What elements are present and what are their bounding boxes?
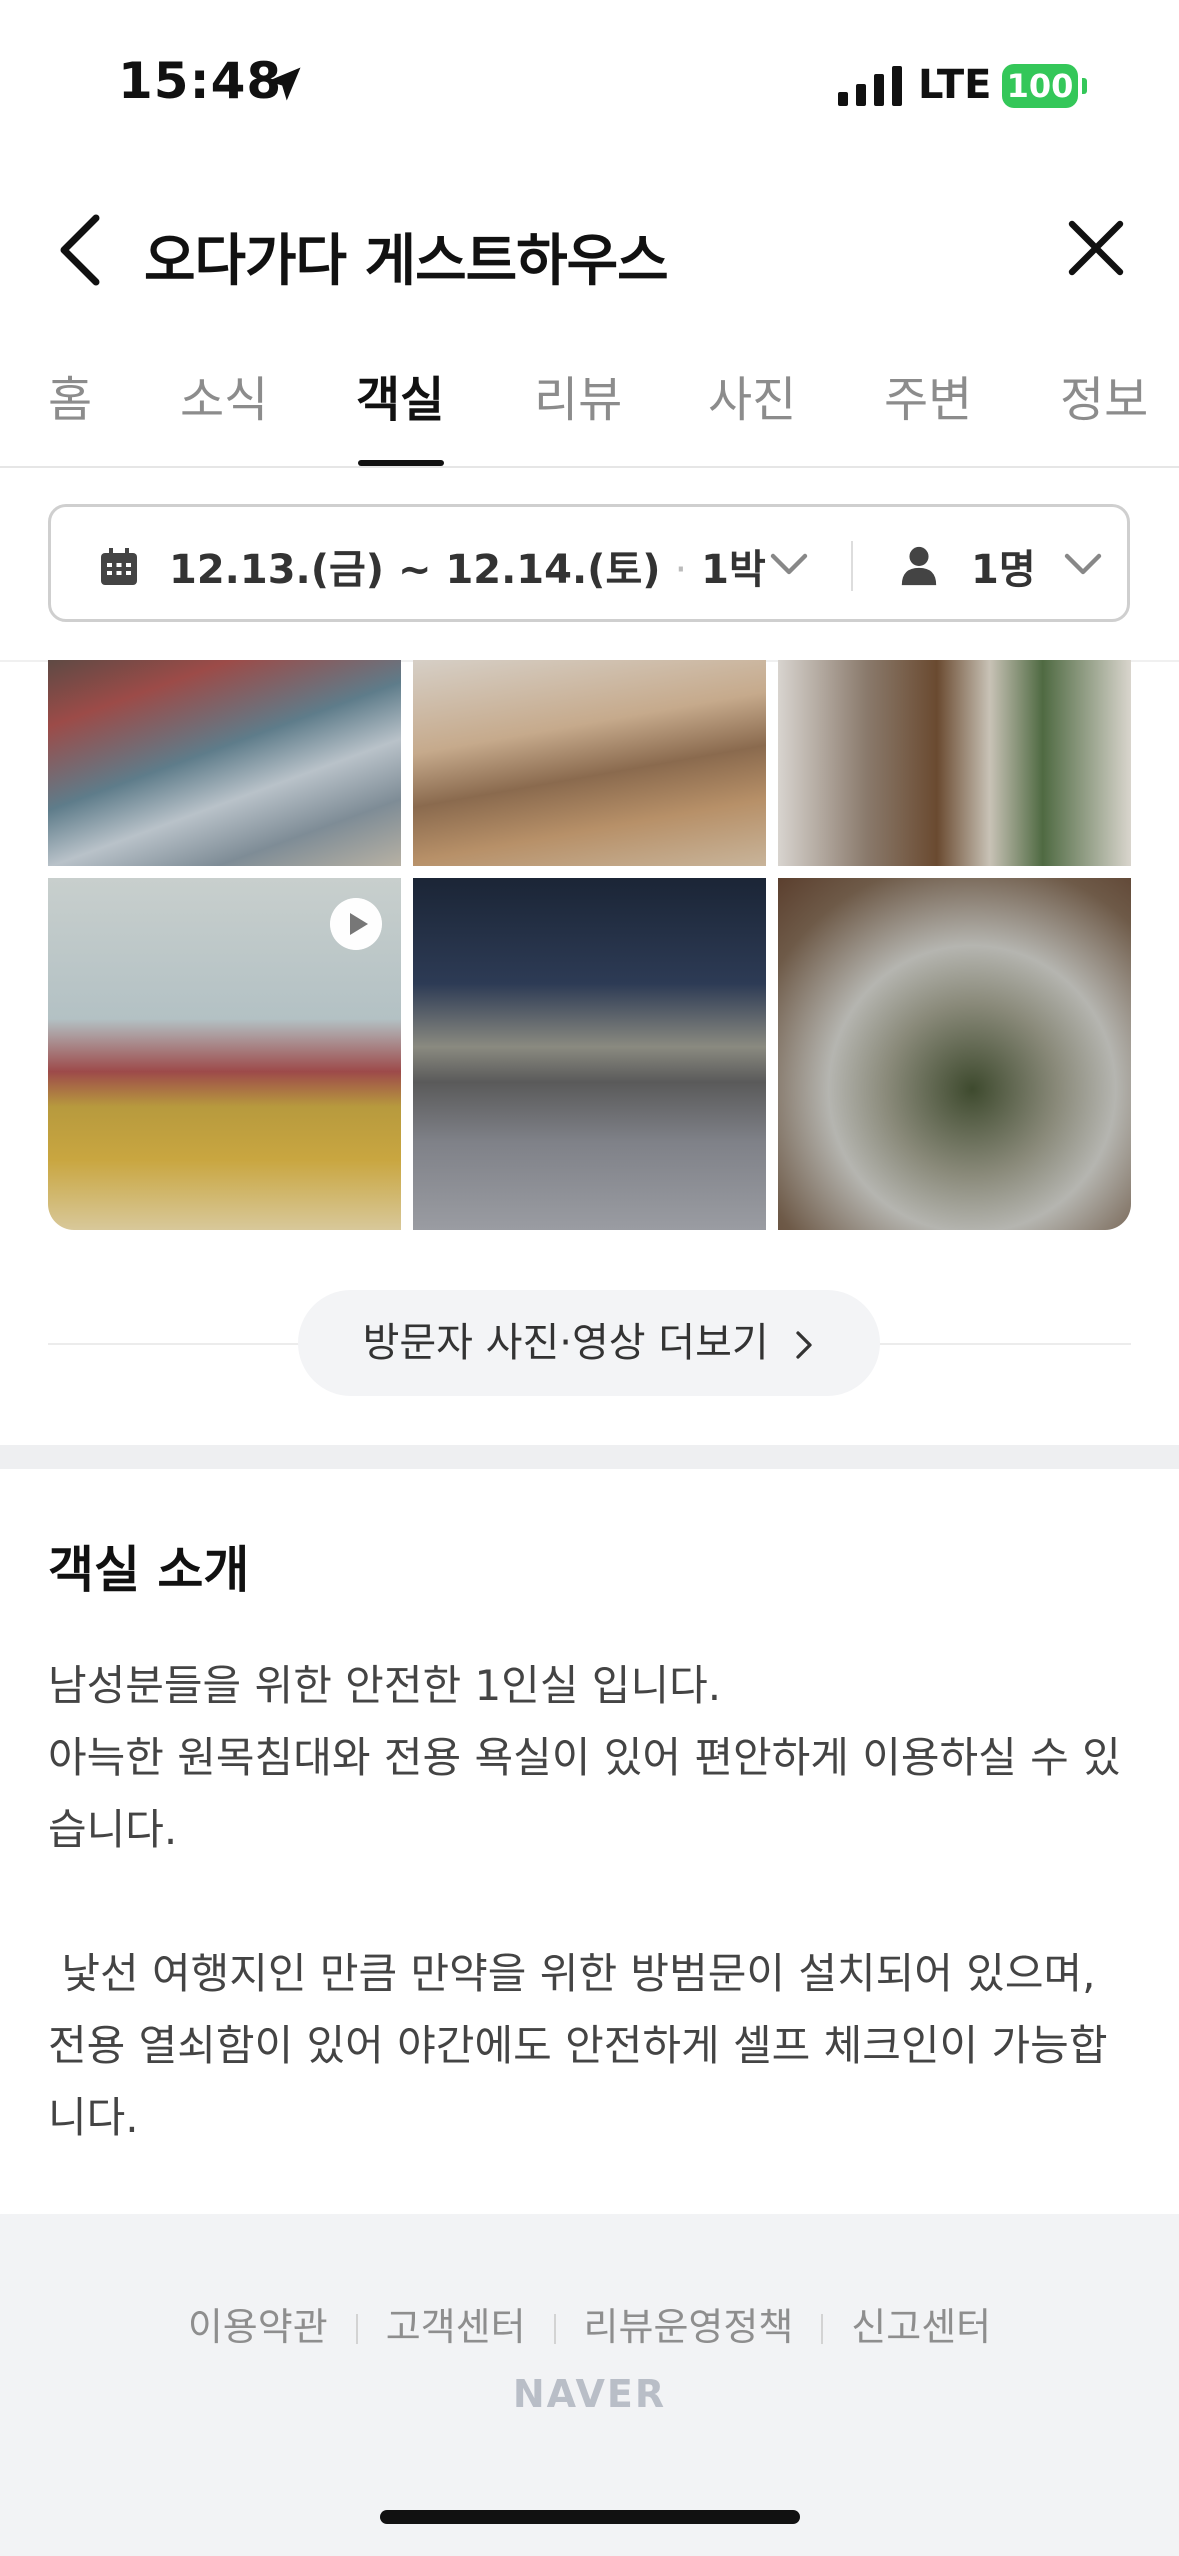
footer-divider [553, 2314, 556, 2344]
calendar-icon [101, 548, 137, 585]
visitor-photo[interactable] [413, 878, 766, 1230]
description-line: 낯선 여행지인 만큼 만약을 위한 방범문이 설치되어 있으며, 전용 열쇠함이… [48, 1949, 1109, 2142]
description-line: 아늑한 원목침대와 전용 욕실이 있어 편안하게 이용하실 수 있습니다. [48, 1733, 1121, 1854]
selector-divider [851, 541, 853, 591]
footer-link-report[interactable]: 신고센터 [851, 2305, 991, 2349]
visitor-photo[interactable] [778, 660, 1131, 866]
footer-link-support[interactable]: 고객센터 [386, 2305, 526, 2349]
date-range: 12.13.(금) ~ 12.14.(토) [169, 547, 661, 593]
footer-links: 이용약관 고객센터 리뷰운영정책 신고센터 [0, 2296, 1179, 2351]
guest-count[interactable]: 1명 [971, 537, 1036, 595]
date-separator: · [674, 547, 688, 593]
description-line: 남성분들을 위한 안전한 1인실 입니다. [48, 1661, 722, 1710]
location-arrow-icon [267, 67, 301, 101]
stay-dates: 12.13.(금) ~ 12.14.(토) · 1박 [169, 537, 766, 595]
battery-tip [1082, 78, 1087, 94]
home-indicator [380, 2510, 800, 2524]
close-icon[interactable] [1064, 216, 1128, 280]
person-icon [901, 546, 937, 586]
chevron-down-icon[interactable] [1063, 549, 1103, 579]
visitor-photo[interactable] [778, 878, 1131, 1230]
nights-count: 1박 [701, 547, 766, 593]
tab-nearby[interactable]: 주변 [884, 360, 972, 430]
naver-logo: NAVER [512, 2372, 667, 2416]
page-header: 오다가다 게스트하우스 [0, 190, 1179, 310]
room-intro-title: 객실 소개 [48, 1541, 250, 1599]
play-icon [330, 898, 382, 950]
more-button-label: 방문자 사진·영상 더보기 [362, 1320, 769, 1366]
cellular-signal-icon [838, 66, 902, 106]
tab-rooms[interactable]: 객실 [356, 360, 444, 430]
footer: 이용약관 고객센터 리뷰운영정책 신고센터 NAVER [0, 2214, 1179, 2556]
chevron-left-icon[interactable] [52, 214, 108, 286]
battery-icon: 100 [1002, 64, 1078, 108]
active-tab-indicator [358, 460, 444, 466]
tab-news[interactable]: 소식 [180, 360, 268, 430]
footer-link-terms[interactable]: 이용약관 [188, 2305, 328, 2349]
chevron-right-icon [796, 1331, 813, 1359]
chevron-down-icon[interactable] [769, 549, 809, 579]
tab-info[interactable]: 정보 [1060, 360, 1148, 430]
footer-link-review-policy[interactable]: 리뷰운영정책 [584, 2305, 794, 2349]
footer-divider [355, 2314, 358, 2344]
status-time: 15:48 [118, 52, 283, 110]
visitor-video[interactable] [48, 878, 401, 1230]
more-visitor-photos-button[interactable]: 방문자 사진·영상 더보기 [298, 1290, 880, 1396]
visitor-photo[interactable] [48, 660, 401, 866]
visitor-photo-grid [48, 660, 1131, 1230]
page-title: 오다가다 게스트하우스 [144, 229, 669, 294]
booking-selector[interactable]: 12.13.(금) ~ 12.14.(토) · 1박 1명 [48, 504, 1130, 622]
section-separator [0, 1445, 1179, 1469]
network-type: LTE [918, 62, 992, 108]
footer-divider [821, 2314, 824, 2344]
tab-home[interactable]: 홈 [48, 360, 92, 430]
room-intro-description: 남성분들을 위한 안전한 1인실 입니다. 아늑한 원목침대와 전용 욕실이 있… [48, 1650, 1138, 2154]
tab-bar: 홈 소식 객실 리뷰 사진 주변 정보 [0, 350, 1179, 468]
tab-reviews[interactable]: 리뷰 [534, 360, 622, 430]
visitor-photo[interactable] [413, 660, 766, 866]
tab-photos[interactable]: 사진 [708, 360, 796, 430]
status-bar: 15:48 LTE 100 [0, 0, 1179, 150]
